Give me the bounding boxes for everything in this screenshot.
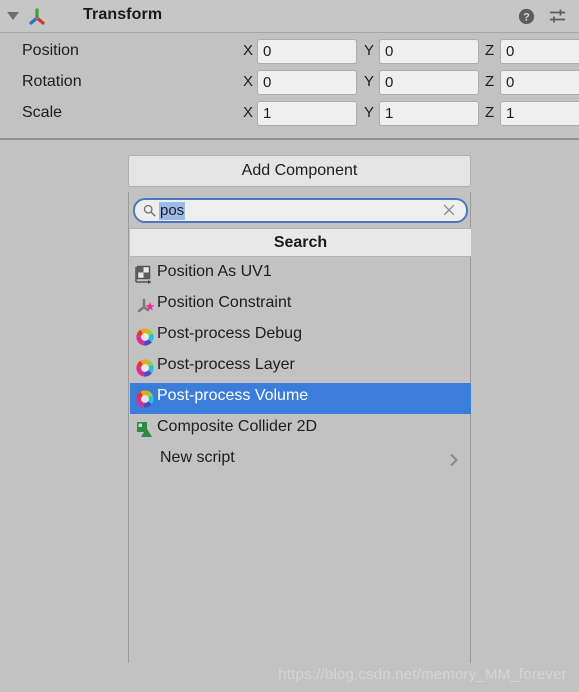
property-row-scale: Scale X 1 Y 1 Z 1	[0, 100, 579, 129]
watermark-text: https://blog.csdn.net/memory_MM_forever	[278, 666, 567, 683]
position-x-field[interactable]: 0	[257, 39, 357, 64]
axis-label-x: X	[243, 73, 254, 90]
axis-label-y: Y	[364, 73, 375, 90]
component-result-list: Position As UV1 Position Constraint Post…	[130, 259, 471, 476]
transform-properties: Position X 0 Y 0 Z 0 Rotation X 0 Y 0 Z …	[0, 34, 579, 140]
page-title: Transform	[83, 6, 163, 23]
list-item-new-script[interactable]: New script	[130, 445, 471, 476]
scale-z-field[interactable]: 1	[500, 101, 579, 126]
property-label: Scale	[22, 104, 63, 121]
scale-x-field[interactable]: 1	[257, 101, 357, 126]
list-item[interactable]: Post-process Layer	[130, 352, 471, 383]
position-as-uv1-icon	[135, 265, 151, 284]
list-item[interactable]: Position As UV1	[130, 259, 471, 290]
svg-text:?: ?	[523, 12, 530, 24]
position-constraint-icon	[137, 298, 155, 313]
preset-settings-icon[interactable]	[548, 8, 567, 25]
add-component-dropdown: pos Search Position As UV1 Position Cons…	[128, 192, 471, 663]
axis-label-z: Z	[485, 42, 495, 59]
post-process-icon	[136, 359, 154, 377]
triangle-down-icon[interactable]	[7, 12, 19, 20]
axis-label-y: Y	[364, 42, 375, 59]
axis-label-y: Y	[364, 104, 375, 121]
axis-label-z: Z	[485, 104, 495, 121]
list-item-label: Position Constraint	[157, 294, 292, 311]
list-item-label: Post-process Volume	[157, 387, 309, 404]
axis-label-z: Z	[485, 73, 495, 90]
property-row-position: Position X 0 Y 0 Z 0	[0, 38, 579, 67]
list-item-label: Position As UV1	[157, 263, 272, 280]
list-item-selected[interactable]: Post-process Volume	[130, 383, 471, 414]
rotation-z-field[interactable]: 0	[500, 70, 579, 95]
search-input-value: pos	[159, 202, 186, 220]
search-input[interactable]: pos	[133, 198, 468, 223]
list-item[interactable]: Position Constraint	[130, 290, 471, 321]
list-item-label: Post-process Layer	[157, 356, 295, 373]
list-item[interactable]: Composite Collider 2D	[130, 414, 471, 445]
rotation-y-field[interactable]: 0	[379, 70, 479, 95]
rotation-x-field[interactable]: 0	[257, 70, 357, 95]
list-item-label: Composite Collider 2D	[157, 418, 318, 435]
transform-axis-icon	[29, 8, 45, 25]
post-process-icon	[136, 328, 154, 346]
dropdown-section-header: Search	[130, 228, 471, 257]
scale-y-field[interactable]: 1	[379, 101, 479, 126]
post-process-icon	[136, 390, 154, 408]
inspector-panel: Transform ? Position X 0 Y 0 Z 0 Rotatio…	[0, 0, 579, 692]
property-label: Position	[22, 42, 79, 59]
axis-label-x: X	[243, 42, 254, 59]
transform-component-header: Transform ?	[0, 0, 579, 33]
property-row-rotation: Rotation X 0 Y 0 Z 0	[0, 69, 579, 98]
property-label: Rotation	[22, 73, 82, 90]
help-icon[interactable]: ?	[518, 8, 535, 25]
list-item-label: New script	[160, 449, 235, 466]
composite-collider-2d-icon	[137, 422, 152, 437]
close-icon[interactable]	[442, 203, 456, 217]
position-z-field[interactable]: 0	[500, 39, 579, 64]
search-icon	[143, 204, 156, 217]
list-item-label: Post-process Debug	[157, 325, 302, 342]
chevron-right-icon	[450, 454, 458, 466]
axis-label-x: X	[243, 104, 254, 121]
position-y-field[interactable]: 0	[379, 39, 479, 64]
add-component-button[interactable]: Add Component	[128, 155, 471, 187]
list-item[interactable]: Post-process Debug	[130, 321, 471, 352]
